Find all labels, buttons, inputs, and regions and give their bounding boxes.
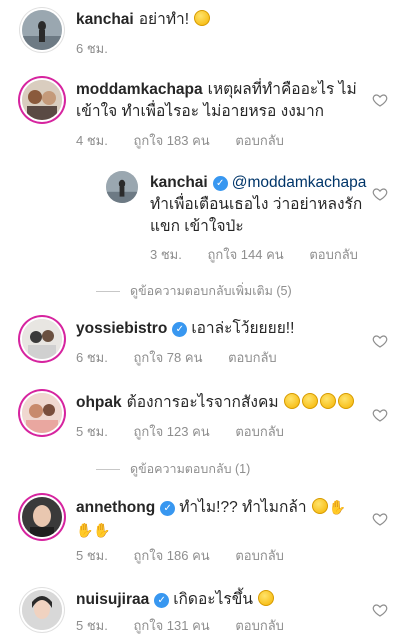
avatar[interactable] [22, 497, 62, 537]
mention-link[interactable]: @moddamkachapa [232, 174, 367, 191]
comment-text: nuisujiraa ✓ เกิดอะไรขึ้น [76, 589, 376, 611]
laughing-emoji-icon [283, 393, 300, 409]
avatar[interactable] [22, 319, 62, 359]
avatar[interactable] [22, 590, 62, 630]
comment-text: kanchai อย่าทำ! [76, 9, 376, 31]
comment-meta: 5 ชม. ถูกใจ 186 คน ตอบกลับ [76, 545, 306, 566]
heart-icon[interactable] [372, 511, 388, 527]
clapping-hands-icon: ✋✋ [76, 522, 111, 538]
comment-likes[interactable]: ถูกใจ 144 คน [207, 247, 283, 262]
divider-line [96, 469, 120, 471]
clapping-hands-icon: ✋ [328, 499, 347, 515]
divider-line [96, 291, 120, 293]
reply-button[interactable]: ตอบกลับ [309, 247, 358, 262]
comment-likes[interactable]: ถูกใจ 183 คน [133, 133, 209, 148]
comment-time: 4 ชม. [76, 133, 108, 148]
comment-username[interactable]: yossiebistro [76, 320, 167, 337]
comment-username[interactable]: kanchai [150, 174, 208, 191]
verified-badge-icon: ✓ [160, 501, 176, 516]
avatar[interactable] [106, 171, 138, 203]
comment-username[interactable]: kanchai [76, 11, 134, 28]
comment-time: 6 ชม. [76, 41, 108, 56]
view-replies-label: ดูข้อความตอบกลับ (1) [130, 462, 251, 476]
comment-time: 3 ชม. [150, 247, 182, 262]
grimace-emoji-icon [194, 10, 211, 26]
comment-meta: 5 ชม. ถูกใจ 123 คน ตอบกลับ [76, 421, 306, 442]
comment-body: ต้องการอะไรจากสังคม [126, 394, 279, 411]
comment-text: yossiebistro ✓ เอาล่ะโว้ยยยย!! [76, 318, 376, 340]
comment-text: annethong ✓ ทำไม!?? ทำไมกล้า ✋ ✋✋ [76, 496, 376, 542]
heart-icon[interactable] [372, 92, 388, 108]
comment-body: เกิดอะไรขึ้น [173, 591, 253, 608]
avatar[interactable] [22, 393, 62, 433]
reply-button[interactable]: ตอบกลับ [235, 424, 284, 439]
flushed-emoji-icon [258, 590, 275, 606]
avatar[interactable] [22, 80, 62, 120]
comment-time: 5 ชม. [76, 424, 108, 439]
comment-body: ทำไม!?? ทำไมกล้า [179, 499, 307, 516]
comment-body: ทำเพื่อเตือนเธอไง ว่าอย่าหลงรักแขก เข้าใ… [150, 196, 363, 235]
comment-username[interactable]: moddamkachapa [76, 81, 203, 98]
comment-likes[interactable]: ถูกใจ 186 คน [133, 548, 209, 563]
comment-text: moddamkachapa เหตุผลที่ทำคืออะไร ไม่เข้าใ… [76, 79, 388, 123]
reply-button[interactable]: ตอบกลับ [235, 548, 284, 563]
heart-icon[interactable] [372, 602, 388, 618]
avatar[interactable] [22, 10, 62, 50]
laughing-emoji-icon [301, 393, 318, 409]
comment-meta: 6 ชม. ถูกใจ 78 คน ตอบกลับ [76, 347, 299, 368]
laughing-emoji-icon [311, 498, 328, 514]
heart-icon[interactable] [372, 333, 388, 349]
laughing-emoji-icon [337, 393, 354, 409]
comment-body: อย่าทำ! [138, 11, 190, 28]
comment-meta: 4 ชม. ถูกใจ 183 คน ตอบกลับ [76, 130, 306, 151]
comment-time: 6 ชม. [76, 350, 108, 365]
verified-badge-icon: ✓ [154, 593, 170, 608]
comment-meta: 3 ชม. ถูกใจ 144 คน ตอบกลับ [150, 244, 380, 265]
view-replies-button[interactable]: ดูข้อความตอบกลับ (1) [96, 459, 250, 479]
heart-icon[interactable] [372, 186, 388, 202]
comment-text: ohpak ต้องการอะไรจากสังคม [76, 392, 376, 414]
comment-username[interactable]: ohpak [76, 394, 122, 411]
comment-username[interactable]: annethong [76, 499, 155, 516]
comment-likes[interactable]: ถูกใจ 123 คน [133, 424, 209, 439]
comment-time: 5 ชม. [76, 548, 108, 563]
comment-likes[interactable]: ถูกใจ 78 คน [133, 350, 202, 365]
view-more-replies-button[interactable]: ดูข้อความตอบกลับเพิ่มเติม (5) [96, 281, 292, 301]
verified-badge-icon: ✓ [172, 322, 188, 337]
comment-text: kanchai ✓ @moddamkachapa ทำเพื่อเตือนเธอไง… [150, 172, 370, 238]
reply-button[interactable]: ตอบกลับ [228, 350, 277, 365]
comment-meta: 5 ชม. ถูกใจ 131 คน ตอบกลับ [76, 615, 306, 636]
comment-body: เอาล่ะโว้ยยยย!! [191, 320, 295, 337]
comment-username[interactable]: nuisujiraa [76, 591, 149, 608]
comment-meta: 6 ชม. [76, 38, 130, 59]
laughing-emoji-icon [319, 393, 336, 409]
reply-button[interactable]: ตอบกลับ [235, 133, 284, 148]
heart-icon[interactable] [372, 407, 388, 423]
verified-badge-icon: ✓ [212, 176, 228, 191]
view-more-replies-label: ดูข้อความตอบกลับเพิ่มเติม (5) [130, 284, 292, 298]
